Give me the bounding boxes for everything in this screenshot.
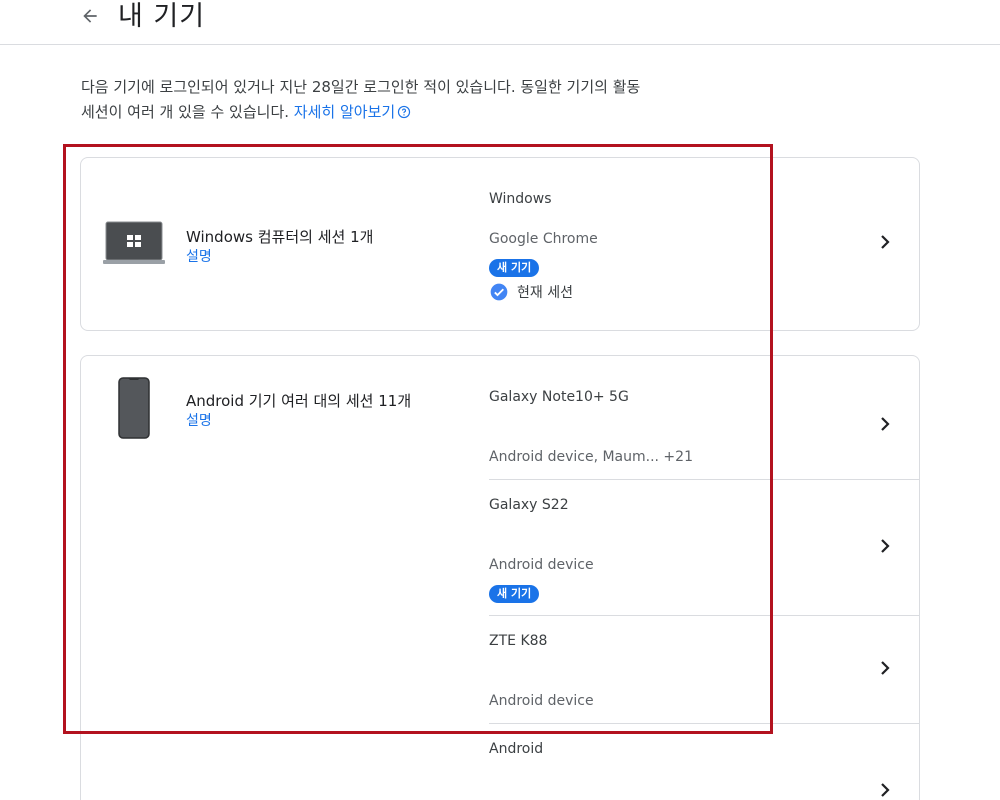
row-divider xyxy=(489,723,919,724)
laptop-windows-icon xyxy=(103,221,165,264)
device-name: Windows xyxy=(489,191,552,207)
chevron-right-icon xyxy=(881,417,890,431)
page-header: 내 기기 xyxy=(0,0,1000,45)
device-group-info-link[interactable]: 설명 xyxy=(186,246,212,266)
device-detail: Android device, Maum... +21 xyxy=(489,449,693,465)
open-device-button[interactable] xyxy=(873,534,897,558)
page-title: 내 기기 xyxy=(118,1,206,32)
device-detail: Android device xyxy=(489,693,594,709)
help-circle-icon xyxy=(398,105,411,119)
current-session-label: 현재 세션 xyxy=(517,285,573,301)
device-group-title: Windows 컴퓨터의 세션 1개 xyxy=(186,228,374,246)
device-name: ZTE K88 xyxy=(489,633,548,649)
open-device-button[interactable] xyxy=(873,778,897,800)
device-group-info-link[interactable]: 설명 xyxy=(186,410,212,430)
check-circle-icon xyxy=(490,283,508,301)
device-detail: Android device xyxy=(489,557,594,573)
chevron-right-icon xyxy=(881,539,890,553)
chevron-right-icon xyxy=(881,235,890,249)
my-devices-page: 내 기기 다음 기기에 로그인되어 있거나 지난 28일간 로그인한 적이 있습… xyxy=(0,0,1000,800)
back-arrow-icon xyxy=(83,9,97,23)
page-description: 다음 기기에 로그인되어 있거나 지난 28일간 로그인한 적이 있습니다. 동… xyxy=(81,75,641,125)
device-name: Galaxy S22 xyxy=(489,497,569,513)
device-name: Android xyxy=(489,741,544,757)
open-device-button[interactable] xyxy=(873,230,897,254)
new-device-badge: 새 기기 xyxy=(489,585,540,603)
new-device-badge: 새 기기 xyxy=(489,259,540,277)
device-group-title: Android 기기 여러 대의 세션 11개 xyxy=(186,392,412,410)
device-name: Galaxy Note10+ 5G xyxy=(489,389,629,405)
chevron-right-icon xyxy=(881,661,890,675)
back-button[interactable] xyxy=(76,2,104,30)
row-divider xyxy=(489,615,919,616)
open-device-button[interactable] xyxy=(873,412,897,436)
row-divider xyxy=(489,479,919,480)
learn-more-link[interactable]: 자세히 알아보기 xyxy=(294,103,411,121)
current-session-indicator: 현재 세션 xyxy=(489,282,573,302)
device-browser: Google Chrome xyxy=(489,231,598,247)
device-card-windows[interactable]: Windows 컴퓨터의 세션 1개 설명 Windows Google Chr… xyxy=(80,157,920,331)
open-device-button[interactable] xyxy=(873,656,897,680)
chevron-right-icon xyxy=(881,783,890,797)
phone-icon xyxy=(118,377,150,439)
device-card-android[interactable]: Android 기기 여러 대의 세션 11개 설명 Galaxy Note10… xyxy=(80,355,920,800)
